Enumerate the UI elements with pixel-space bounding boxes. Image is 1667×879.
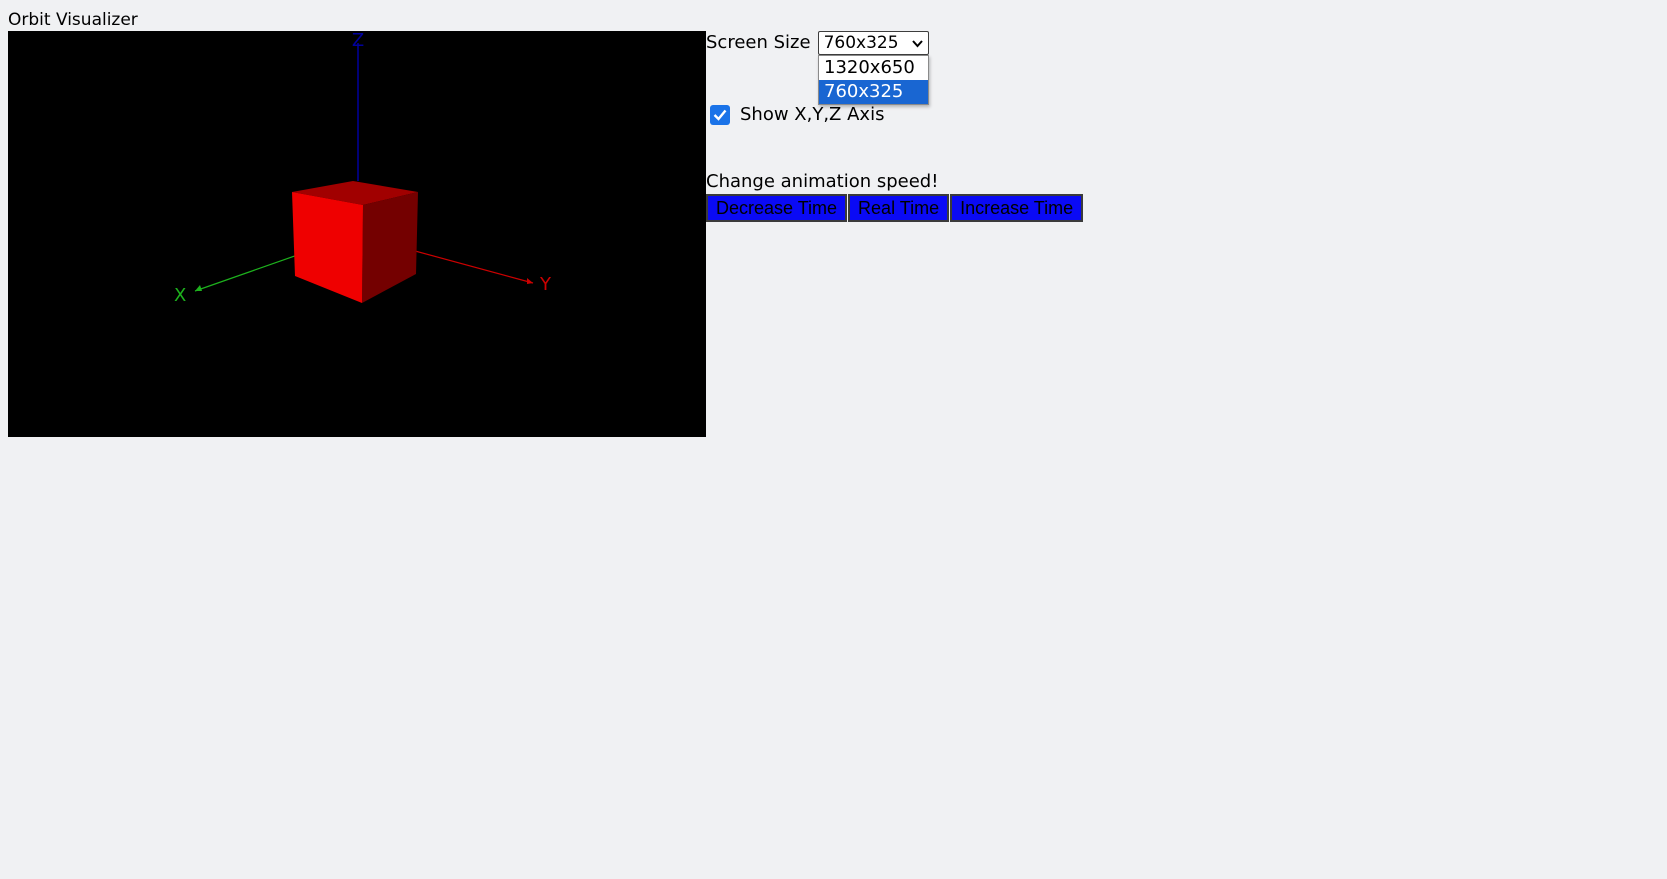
screen-size-select[interactable]: 760x325	[817, 31, 929, 55]
increase-time-button[interactable]: Increase Time	[950, 194, 1084, 222]
screen-size-selected-value: 760x325	[823, 33, 899, 53]
z-axis-label: Z	[352, 31, 364, 51]
animation-speed-label: Change animation speed!	[706, 171, 939, 192]
y-axis-label: Y	[539, 274, 552, 295]
decrease-time-button[interactable]: Decrease Time	[706, 194, 848, 222]
screen-size-label: Screen Size	[706, 32, 811, 53]
show-axis-label: Show X,Y,Z Axis	[740, 104, 885, 125]
3d-viewport-canvas[interactable]: Z X Y	[8, 31, 706, 437]
orbit-visualizer-page: Orbit Visualizer Z X Y Screen Size 760x3…	[0, 0, 1667, 879]
app-title: Orbit Visualizer	[8, 10, 138, 30]
scene-svg: Z X Y	[8, 31, 706, 437]
animation-speed-buttons: Decrease Time Real Time Increase Time	[706, 194, 1084, 222]
show-axis-checkbox[interactable]	[710, 105, 730, 125]
checkmark-icon	[713, 109, 727, 121]
screen-size-dropdown-list: 1320x650 760x325	[818, 55, 929, 105]
real-time-button[interactable]: Real Time	[848, 194, 950, 222]
show-axis-row: Show X,Y,Z Axis	[710, 104, 884, 126]
x-axis-label: X	[174, 285, 186, 306]
screen-size-option-760x325[interactable]: 760x325	[819, 80, 928, 104]
screen-size-option-1320x650[interactable]: 1320x650	[819, 56, 928, 80]
screen-size-row: Screen Size 760x325	[706, 31, 929, 55]
